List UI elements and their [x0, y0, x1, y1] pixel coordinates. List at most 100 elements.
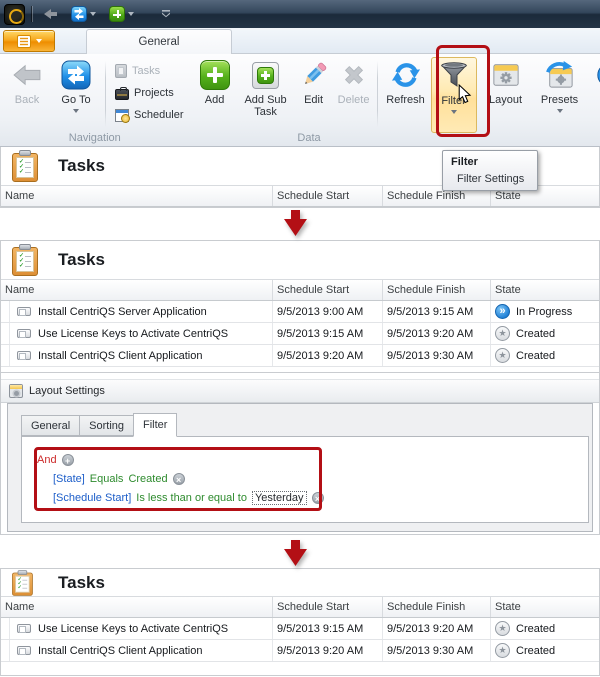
tasks-clipboard-icon: ✓ ✓ ✓	[12, 569, 33, 596]
add-icon	[109, 6, 125, 22]
divider	[1, 367, 599, 373]
row-indent-gutter	[1, 323, 10, 344]
tasks-icon	[115, 64, 127, 78]
edit-button[interactable]: Edit	[294, 57, 334, 106]
ribbon-group-data: Add Add Sub Task Edit Delete Refresh Dat…	[190, 54, 429, 146]
delete-button[interactable]: Delete	[334, 57, 374, 106]
tasks-panel-after: ✓ ✓ ✓ Tasks Name Schedule Start Schedule F…	[0, 568, 600, 676]
annotation-filter-conditions-highlight	[34, 447, 322, 511]
add-sub-task-icon	[252, 59, 280, 91]
layout-settings-header: Layout Settings	[1, 379, 599, 403]
chevron-down-icon	[73, 109, 79, 113]
table-row[interactable]: Install CentriQS Client Application 9/5/…	[1, 640, 599, 662]
column-header-name[interactable]: Name	[1, 280, 273, 300]
task-icon	[17, 329, 31, 338]
projects-button[interactable]: Projects	[109, 83, 190, 103]
application-menu-button[interactable]	[3, 30, 55, 52]
task-icon	[17, 646, 31, 655]
group-label: Navigation	[68, 132, 121, 144]
tasks-button[interactable]: Tasks	[109, 61, 190, 81]
task-icon	[17, 351, 31, 360]
tab-general[interactable]: General	[21, 415, 80, 436]
row-indent-gutter	[1, 301, 10, 322]
tab-filter[interactable]: Filter	[133, 413, 178, 437]
add-sub-task-button[interactable]: Add Sub Task	[238, 57, 294, 118]
table-row[interactable]: Install CentriQS Client Application 9/5/…	[1, 345, 599, 367]
state-created-icon	[495, 326, 510, 341]
refresh-button[interactable]: Refresh	[381, 57, 431, 106]
tasks-clipboard-icon: ✓ ✓ ✓	[12, 244, 38, 276]
state-created-icon	[495, 643, 510, 658]
state-in-progress-icon	[495, 304, 510, 319]
row-indent-gutter	[1, 618, 10, 639]
tasks-panel-before: ✓ ✓ ✓ Tasks Name Schedule Start Schedule F…	[0, 240, 600, 535]
presets-button[interactable]: Presets	[535, 57, 585, 113]
tooltip-subtitle: Filter Settings	[457, 173, 525, 185]
ribbon-tab-strip: General	[0, 28, 600, 54]
goto-button[interactable]: Go To	[50, 57, 102, 113]
app-logo-icon	[4, 3, 25, 25]
table-row[interactable]: Use License Keys to Activate CentriQS 9/…	[1, 618, 599, 640]
back-button[interactable]: Back	[4, 57, 50, 106]
clipped-button[interactable]: CP	[589, 57, 600, 118]
divider	[32, 6, 33, 22]
ribbon: Back Go To Tasks Projects Scheduler Navi…	[0, 54, 600, 147]
delete-x-icon	[340, 59, 368, 91]
chevron-down-icon	[35, 39, 42, 43]
layout-settings-tabs: General Sorting Filter	[21, 413, 178, 437]
scheduler-icon	[115, 108, 130, 123]
red-down-arrow	[284, 210, 307, 236]
column-header-name[interactable]: Name	[1, 597, 273, 617]
tooltip-title: Filter	[451, 156, 478, 168]
column-header-name[interactable]: Name	[1, 186, 273, 206]
qat-customize-icon	[162, 10, 170, 18]
red-down-arrow	[284, 540, 307, 566]
column-header-state[interactable]: State	[491, 597, 599, 617]
add-icon	[199, 59, 230, 91]
column-header-schedule-start[interactable]: Schedule Start	[273, 597, 383, 617]
divider	[376, 61, 378, 127]
column-header-state[interactable]: State	[491, 280, 599, 300]
add-button[interactable]: Add	[192, 57, 238, 106]
task-icon	[17, 624, 31, 633]
page-title: Tasks	[58, 156, 105, 175]
divider	[105, 61, 106, 127]
qat-back-button[interactable]	[40, 6, 61, 22]
table-row[interactable]: Use License Keys to Activate CentriQS 9/…	[1, 323, 599, 345]
chevron-down-icon	[556, 109, 563, 113]
goto-icon	[71, 6, 87, 22]
back-arrow-icon	[11, 59, 43, 91]
tab-sorting[interactable]: Sorting	[79, 415, 133, 436]
qat-customize-button[interactable]	[158, 8, 174, 20]
page-title: Tasks	[58, 572, 105, 592]
presets-icon	[545, 59, 574, 91]
refresh-icon	[391, 59, 421, 91]
qat-add-button[interactable]	[106, 4, 137, 24]
column-header-schedule-finish[interactable]: Schedule Finish	[383, 280, 491, 300]
app-menu-icon	[16, 34, 31, 48]
row-indent-gutter	[1, 345, 10, 366]
qat-goto-button[interactable]	[68, 4, 99, 24]
chevron-down-icon	[128, 12, 134, 16]
ribbon-group-navigation: Back Go To Tasks Projects Scheduler Navi…	[0, 54, 190, 146]
titlebar	[0, 0, 600, 28]
filter-tooltip: Filter Filter Settings	[442, 150, 538, 191]
grid-column-headers: Name Schedule Start Schedule Finish Stat…	[1, 279, 599, 301]
goto-icon	[61, 59, 91, 91]
column-header-schedule-start[interactable]: Schedule Start	[273, 280, 383, 300]
chevron-down-icon	[90, 12, 96, 16]
edit-pencil-icon	[299, 59, 329, 91]
state-created-icon	[495, 348, 510, 363]
table-row[interactable]: Install CentriQS Server Application 9/5/…	[1, 301, 599, 323]
column-header-schedule-finish[interactable]: Schedule Finish	[383, 597, 491, 617]
grid-column-headers: Name Schedule Start Schedule Finish Stat…	[1, 596, 599, 618]
mouse-cursor-icon	[458, 84, 472, 104]
tab-general[interactable]: General	[86, 29, 232, 54]
column-header-schedule-start[interactable]: Schedule Start	[273, 186, 383, 206]
scheduler-button[interactable]: Scheduler	[109, 105, 190, 125]
task-icon	[17, 307, 31, 316]
state-created-icon	[495, 621, 510, 636]
page-title: Tasks	[58, 250, 105, 269]
row-indent-gutter	[1, 640, 10, 661]
group-label: Data	[297, 132, 321, 144]
